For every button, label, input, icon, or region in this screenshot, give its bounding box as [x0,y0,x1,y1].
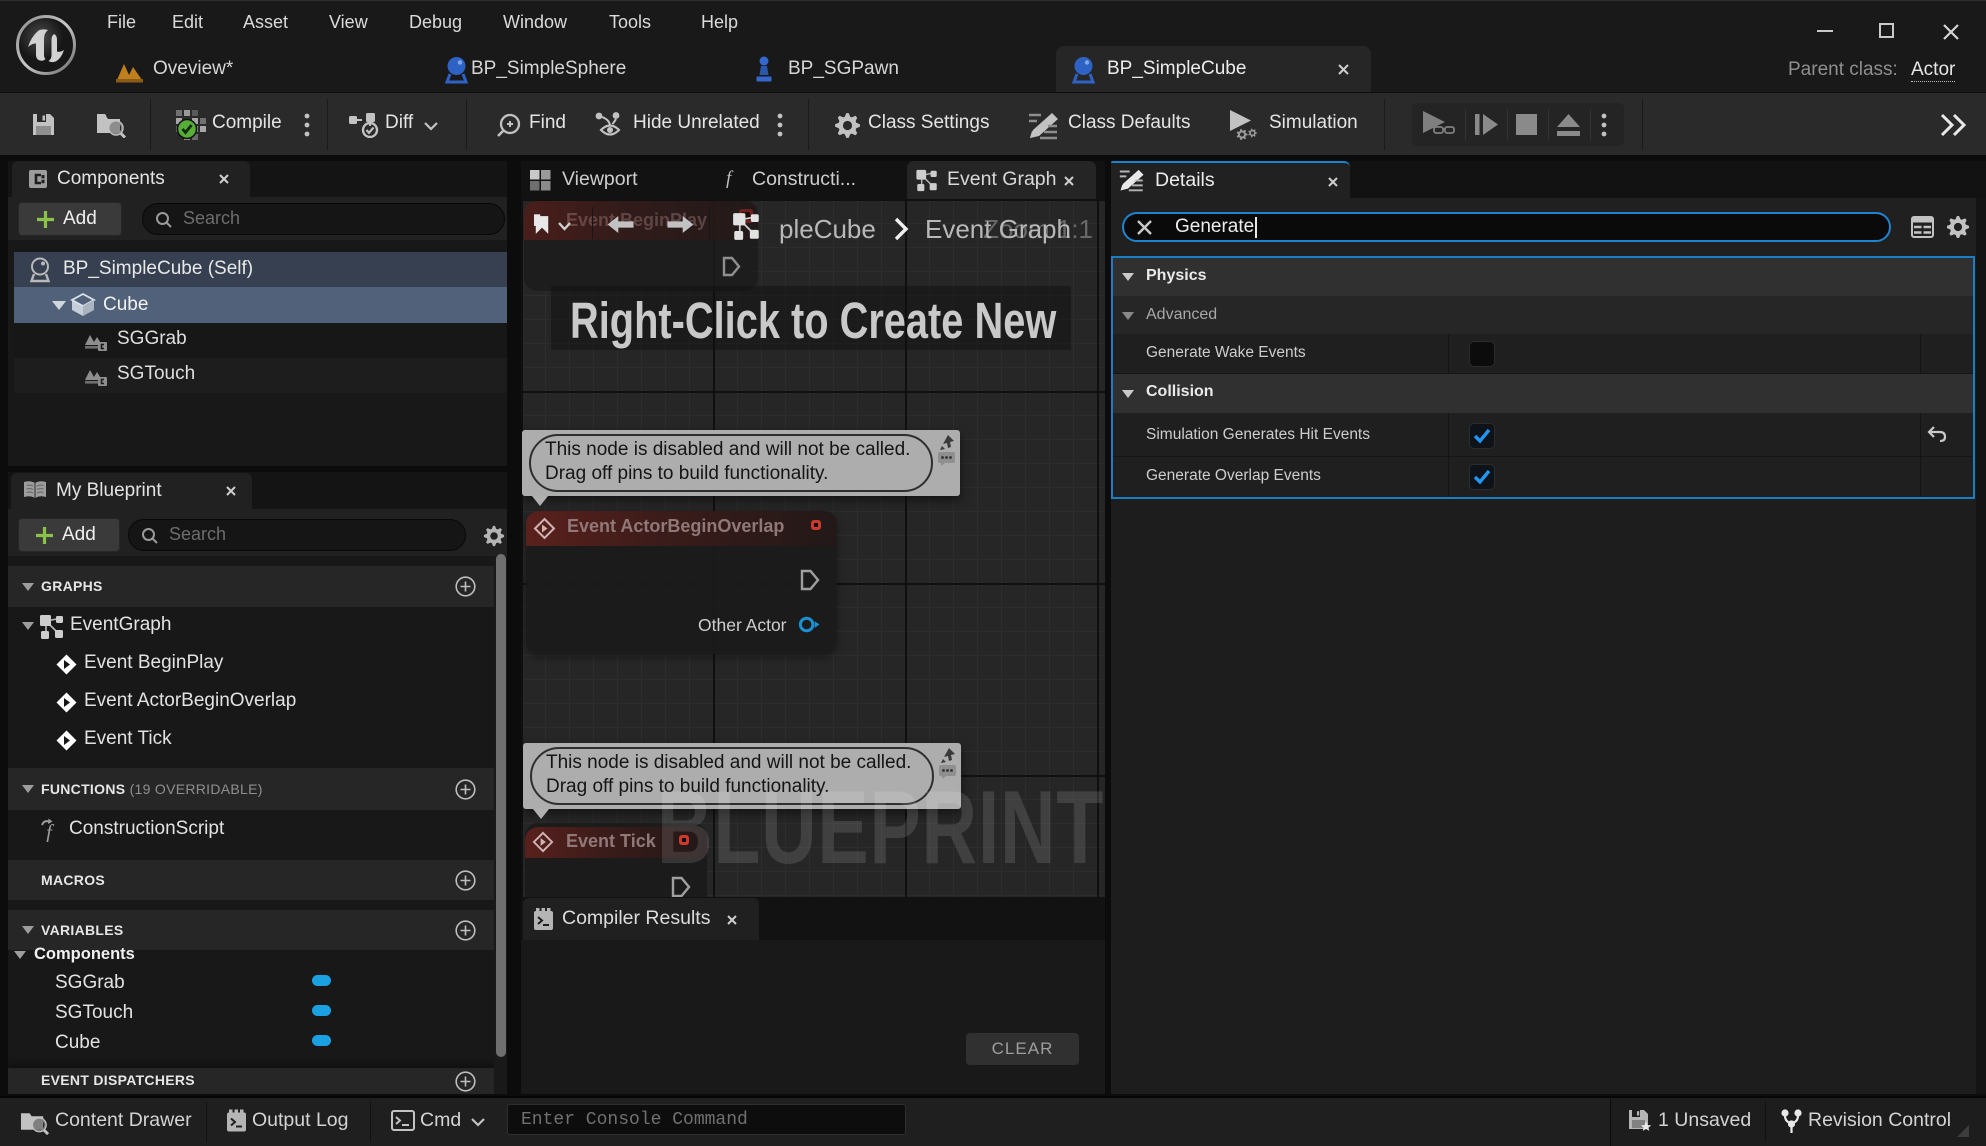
svg-text:f: f [46,820,55,842]
